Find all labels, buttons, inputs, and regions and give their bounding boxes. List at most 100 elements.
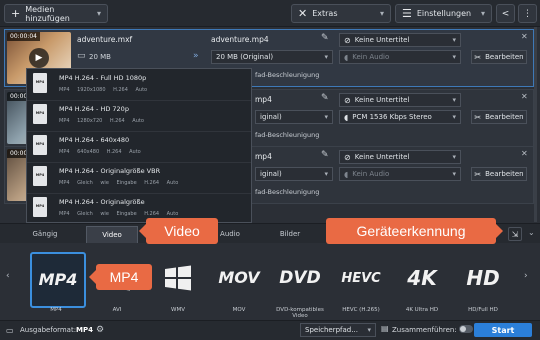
format-label: MP4 [50, 307, 62, 313]
format-mp4[interactable]: MP4 [30, 252, 86, 308]
chevron-down-icon: ▾ [96, 9, 101, 18]
mp4-icon: MP4 [38, 270, 78, 289]
start-button[interactable]: Start [474, 323, 532, 337]
rename-pencil-icon[interactable]: ✎ [321, 150, 329, 160]
save-path-label: Speicherpfad... [305, 326, 358, 334]
subtitle-select[interactable]: ⊘ Keine Untertitel ▾ [339, 93, 461, 107]
subtitle-select[interactable]: ⊘ Keine Untertitel ▾ [339, 150, 461, 164]
extras-button[interactable]: ✕ Extras ▾ [291, 4, 391, 23]
subtitle-select[interactable]: ⊘ Keine Untertitel ▾ [339, 33, 461, 47]
add-media-button[interactable]: + Medien hinzufügen ▾ [4, 4, 108, 23]
close-icon[interactable]: ✕ [521, 149, 528, 158]
preset-title: MP4 H.264 - 640x480 [59, 136, 130, 144]
preset-item[interactable]: MP4 H.264 - Full HD 1080p MP4 1920x1080 … [27, 69, 251, 101]
share-icon: < [501, 8, 510, 19]
preset-title: MP4 H.264 - Originalgröße [59, 198, 145, 206]
audio-icon: ◖ [344, 112, 349, 122]
audio-select[interactable]: ◖ Kein Audio ▾ [339, 50, 461, 64]
chevron-down-icon: ▾ [452, 36, 456, 44]
format-label: WMV [171, 307, 185, 313]
mp4-file-icon [33, 197, 47, 217]
scissors-icon: ✂ [474, 52, 482, 62]
edit-button[interactable]: ✂ Bearbeiten [471, 110, 527, 124]
output-format-label: Ausgabeformat: [20, 326, 77, 334]
preset-meta: MP4 1280x720 H.264 Auto [59, 118, 144, 124]
audio-select[interactable]: ◖ Kein Audio ▾ [339, 167, 461, 181]
tab-images[interactable]: Bilder [270, 226, 310, 242]
edit-label: Bearbeiten [485, 53, 524, 61]
output-file-name: mp4 [255, 95, 272, 104]
preset-dropdown: MP4 H.264 - Full HD 1080p MP4 1920x1080 … [26, 68, 252, 223]
scroll-left-icon[interactable]: ‹ [6, 271, 10, 281]
play-icon[interactable]: ▶ [29, 48, 49, 68]
format-label: DVD-kompatibles Video [276, 307, 324, 319]
hevc-icon: HEVC [341, 270, 381, 286]
device-detect-callout: Geräteerkennung [326, 218, 503, 244]
device-detect-button[interactable]: ⇲ [508, 227, 522, 241]
chevron-down-icon: ▾ [452, 113, 456, 121]
preset-item[interactable]: MP4 H.264 - HD 720p MP4 1280x720 H.264 A… [27, 100, 251, 132]
edit-label: Bearbeiten [485, 113, 524, 121]
duration-label: 00:00:04 [7, 32, 40, 41]
settings-button[interactable]: ☰ Einstellungen ▾ [395, 4, 492, 23]
chevron-down-icon: ▾ [324, 113, 328, 121]
convert-arrow-icon: » [193, 51, 199, 61]
chevron-down-icon: ▾ [452, 153, 456, 161]
output-format-icon: ▭ [6, 326, 14, 335]
rename-pencil-icon[interactable]: ✎ [321, 33, 329, 43]
format-wmv[interactable] [152, 252, 204, 304]
plus-icon: + [11, 7, 21, 20]
subtitle-value: Keine Untertitel [354, 96, 410, 104]
add-media-label: Medien hinzufügen [25, 4, 70, 23]
subtitle-icon: ⊘ [344, 95, 351, 105]
more-vertical-icon: ⋮ [523, 8, 532, 19]
output-size-select[interactable]: 20 MB (Original) ▾ [211, 50, 333, 64]
gpu-acceleration-text: fad-Beschleunigung [255, 71, 320, 79]
tab-common[interactable]: Gängig [10, 226, 80, 242]
mov-icon: MOV [218, 268, 260, 287]
chevron-down-icon: ▾ [452, 53, 456, 61]
tab-video[interactable]: Video [86, 226, 138, 244]
chevron-down-icon: ▾ [379, 9, 384, 18]
scroll-right-icon[interactable]: › [524, 271, 528, 281]
folder-icon[interactable]: ▤ [381, 324, 389, 333]
merge-toggle[interactable] [459, 325, 473, 333]
preset-item[interactable]: MP4 H.264 - 640x480 MP4 640x480 H.264 Au… [27, 131, 251, 163]
audio-icon: ◖ [344, 169, 349, 179]
format-dvd[interactable]: DVD [274, 252, 326, 304]
share-button[interactable]: < [496, 4, 515, 23]
dvd-icon: DVD [279, 267, 321, 288]
format-4k[interactable]: 4K [396, 252, 448, 304]
preset-meta: MP4 Gleich wie Eingabe H.264 Auto [59, 180, 179, 186]
preset-title: MP4 H.264 - HD 720p [59, 105, 129, 113]
edit-button[interactable]: ✂ Bearbeiten [471, 167, 527, 181]
save-path-select[interactable]: Speicherpfad... ▾ [300, 323, 376, 337]
preset-item[interactable]: MP4 H.264 - Originalgröße VBR MP4 Gleich… [27, 162, 251, 194]
tools-icon: ✕ [298, 7, 308, 20]
output-size-select[interactable]: iginal) ▾ [255, 110, 333, 124]
subtitle-value: Keine Untertitel [354, 153, 410, 161]
output-size-select[interactable]: iginal) ▾ [255, 167, 333, 181]
chevron-down-icon: ▾ [480, 9, 485, 18]
audio-icon: ◖ [344, 52, 349, 62]
file-list-scrollbar[interactable] [534, 27, 537, 222]
collapse-chevron-icon[interactable]: ⌄ [528, 228, 535, 237]
gear-icon[interactable]: ⚙ [96, 325, 104, 335]
format-hevc[interactable]: HEVC [335, 252, 387, 304]
mp4-file-icon [33, 104, 47, 124]
rename-pencil-icon[interactable]: ✎ [321, 93, 329, 103]
audio-select[interactable]: ◖ PCM 1536 Kbps Stereo ▾ [339, 110, 461, 124]
video-tab-callout: Video [139, 218, 218, 244]
mp4-file-icon [33, 135, 47, 155]
edit-button[interactable]: ✂ Bearbeiten [471, 50, 527, 64]
format-mov[interactable]: MOV [213, 252, 265, 304]
output-file-name: mp4 [255, 152, 272, 161]
close-icon[interactable]: ✕ [521, 32, 528, 41]
output-size-value: 20 MB (Original) [216, 53, 274, 61]
format-hd[interactable]: HD [457, 252, 509, 304]
menu-button[interactable]: ⋮ [518, 4, 537, 23]
close-icon[interactable]: ✕ [521, 92, 528, 101]
chevron-down-icon: ▾ [452, 170, 456, 178]
preset-meta: MP4 1920x1080 H.264 Auto [59, 87, 148, 93]
subtitle-icon: ⊘ [344, 152, 351, 162]
